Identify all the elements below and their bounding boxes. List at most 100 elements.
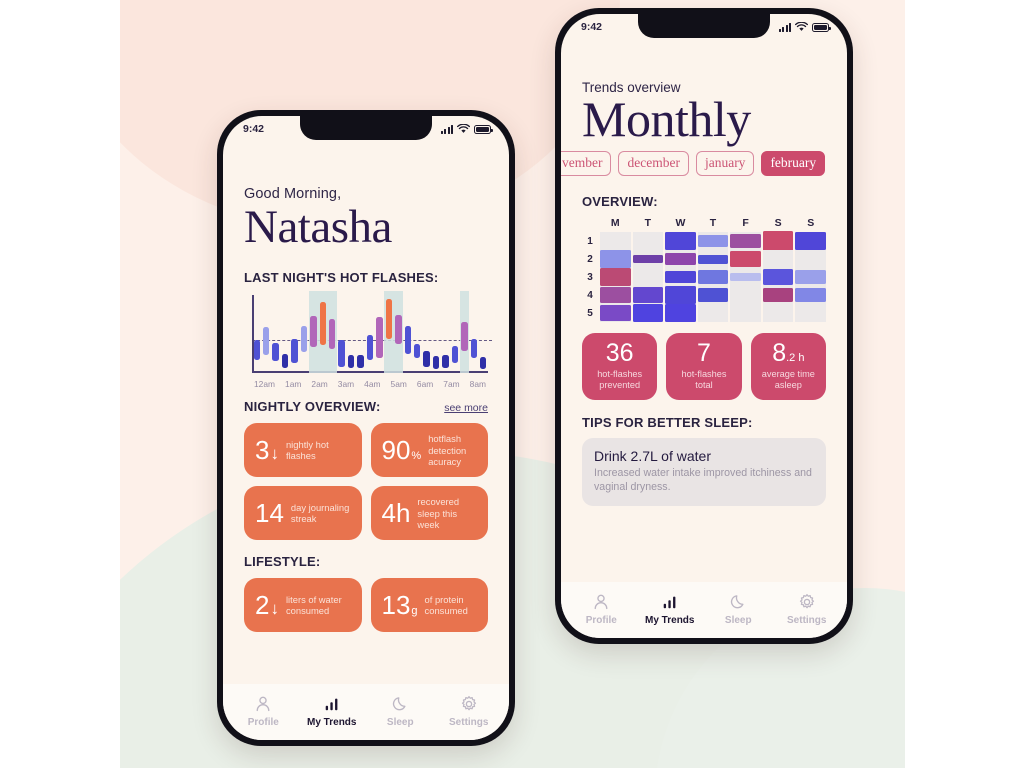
chart-y-axis	[252, 295, 254, 374]
heatmap-row-label: 1	[587, 235, 593, 247]
heatmap-row: 2	[582, 250, 826, 268]
heatmap-cell-slot[interactable]	[600, 286, 631, 304]
metric-pill[interactable]: 8.2 h average time asleep	[750, 333, 826, 401]
nightly-stat-cards: 3 ↓ nightly hot flashes 90% hotflash detecti…	[244, 423, 488, 541]
stat-card[interactable]: 13 g of protein consumed	[370, 578, 488, 633]
trends-title: Monthly	[582, 91, 751, 147]
heatmap-cell-slot[interactable]	[632, 286, 664, 304]
chart-bar	[385, 298, 393, 339]
heatmap-cell-slot[interactable]	[795, 304, 826, 322]
greeting-text: Good Morning,	[244, 186, 342, 202]
nav-item-sleep[interactable]: Sleep	[704, 593, 773, 626]
heatmap-cell-slot[interactable]	[762, 230, 794, 252]
heatmap-cell-slot[interactable]	[795, 268, 826, 286]
nav-item-settings[interactable]: Settings	[435, 695, 504, 728]
heatmap-cell	[730, 272, 761, 282]
month-chip-december[interactable]: december	[618, 151, 689, 176]
stat-card[interactable]: 4h recovered sleep this week	[370, 486, 488, 541]
heatmap-row-label: 2	[587, 253, 593, 265]
heatmap-cell	[632, 304, 664, 322]
heatmap-cell-slot[interactable]	[665, 250, 696, 268]
metric-value: 8.2 h	[772, 339, 805, 367]
nightly-overview-header: NIGHTLY OVERVIEW: see more	[244, 399, 488, 414]
heatmap-cell-slot[interactable]	[600, 232, 631, 250]
chart-bar	[338, 340, 345, 367]
nav-item-settings[interactable]: Settings	[773, 593, 842, 626]
heatmap-cell-slot[interactable]	[730, 268, 761, 286]
stat-card[interactable]: 3 ↓ nightly hot flashes	[244, 423, 362, 478]
metric-pill[interactable]: 7 hot-flashes total	[666, 333, 742, 401]
heatmap-cell	[730, 251, 761, 267]
heatmap-cell-slot[interactable]	[730, 304, 761, 322]
heatmap-cell-slot[interactable]	[730, 250, 761, 268]
stat-trend-arrow-icon: ↓	[270, 444, 279, 464]
nav-item-my-trends[interactable]: My Trends	[298, 695, 367, 728]
see-more-link[interactable]: see more	[444, 402, 488, 414]
heatmap-cell-slot[interactable]	[762, 286, 794, 304]
chart-bar	[281, 353, 289, 369]
bar-chart-icon	[323, 695, 341, 714]
heatmap-cell	[600, 304, 631, 322]
phone-mockup-trends: 9:42 Trends overview Monthly vember decem…	[555, 8, 853, 644]
heatmap-row: 3	[582, 268, 826, 286]
heatmap-cell-slot[interactable]	[795, 232, 826, 250]
heatmap-cell-slot[interactable]	[665, 286, 696, 304]
stat-card[interactable]: 14 day journaling streak	[244, 486, 362, 541]
heatmap-cell-slot[interactable]	[632, 250, 664, 268]
heatmap-column-header: S	[774, 217, 782, 229]
nav-item-label: My Trends	[307, 716, 357, 728]
heatmap-cell-slot[interactable]	[600, 250, 631, 268]
nav-item-label: My Trends	[645, 614, 695, 626]
chart-bar	[451, 346, 459, 364]
heatmap-cell	[665, 304, 696, 322]
stat-label: recovered sleep this week	[417, 496, 460, 530]
nav-item-profile[interactable]: Profile	[229, 695, 298, 728]
metric-pill[interactable]: 36 hot-flashes prevented	[582, 333, 658, 401]
heatmap-cell-slot[interactable]	[730, 286, 761, 304]
nav-item-my-trends[interactable]: My Trends	[636, 593, 705, 626]
chart-bar	[376, 316, 383, 359]
heatmap-cell-slot[interactable]	[665, 268, 696, 286]
heatmap-cell-slot[interactable]	[697, 268, 729, 286]
stat-trend-arrow-icon: ↓	[270, 599, 279, 619]
heatmap-cell-slot[interactable]	[632, 232, 664, 250]
heatmap-cell-slot[interactable]	[795, 286, 826, 304]
nav-item-profile[interactable]: Profile	[567, 593, 636, 626]
heatmap-cell-slot[interactable]	[697, 304, 729, 322]
hot-flash-chart: 12am 1am 2am 3am 4am 5am 6am 7am 8am	[244, 291, 492, 390]
month-chip-february[interactable]: february	[761, 151, 826, 176]
tip-card[interactable]: Drink 2.7L of water Increased water inta…	[582, 438, 826, 507]
heatmap-cell-slot[interactable]	[665, 232, 696, 250]
month-chip-vember[interactable]: vember	[561, 151, 612, 176]
nav-item-sleep[interactable]: Sleep	[366, 695, 435, 728]
heatmap-cell	[665, 253, 696, 265]
heatmap-cell-slot[interactable]	[632, 268, 664, 286]
stat-card[interactable]: 90% hotflash detection acuracy	[370, 423, 488, 478]
heatmap-corner	[582, 217, 598, 229]
stat-value: 4h	[381, 498, 411, 529]
heatmap-cell-slot[interactable]	[795, 250, 826, 268]
stat-label: nightly hot flashes	[285, 438, 329, 462]
chart-x-tick: 5am	[390, 379, 407, 390]
poster-canvas: 9:42 Good Morning, Natasha LAST NIGHT'S …	[120, 0, 905, 768]
person-icon	[592, 593, 610, 612]
heatmap-cell-slot[interactable]	[697, 232, 729, 250]
heatmap-cell	[697, 287, 729, 303]
tip-title: Drink 2.7L of water	[594, 448, 711, 465]
chart-bar	[357, 354, 364, 369]
heatmap-cell-slot[interactable]	[600, 304, 631, 322]
heatmap-cell-slot[interactable]	[762, 268, 794, 286]
stat-card[interactable]: 2 ↓ liters of water consumed	[244, 578, 362, 633]
heatmap-cell-slot[interactable]	[600, 268, 631, 286]
heatmap-cell-slot[interactable]	[697, 250, 729, 268]
metric-value: 36	[605, 339, 634, 367]
heatmap-cell-slot[interactable]	[762, 250, 794, 268]
heatmap-cell-slot[interactable]	[730, 232, 761, 250]
heatmap-cell-slot[interactable]	[665, 304, 696, 322]
heatmap-cell-slot[interactable]	[632, 304, 664, 322]
heatmap-cell-slot[interactable]	[762, 304, 794, 322]
hot-flash-chart-plot	[252, 291, 492, 374]
heatmap-cell-slot[interactable]	[697, 286, 729, 304]
cellular-signal-icon	[779, 23, 791, 32]
month-chip-january[interactable]: january	[695, 151, 755, 176]
